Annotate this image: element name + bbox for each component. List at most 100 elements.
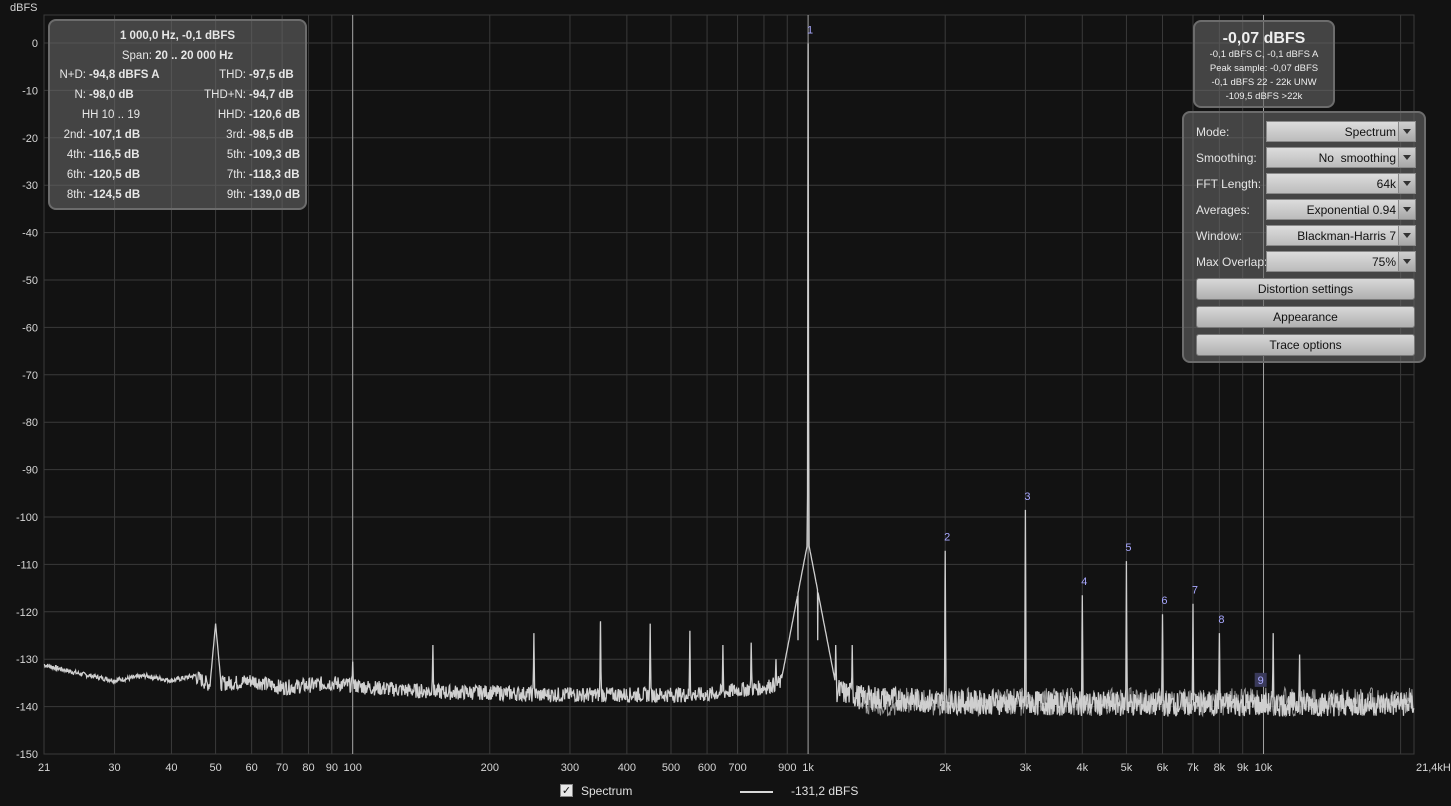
mode-setting: Mode: Spectrum <box>1194 121 1418 143</box>
row-right-value: -139,0 dB <box>249 189 301 201</box>
y-tick-label: -10 <box>22 85 38 97</box>
y-tick-label: -150 <box>16 749 38 761</box>
x-tick-label: 3k <box>1020 762 1032 774</box>
row-left-label: N: <box>74 89 87 101</box>
y-tick-label: -30 <box>22 180 38 192</box>
max-overlap-select[interactable]: 75% <box>1266 251 1416 272</box>
distortion-panel[interactable]: 1 000,0 Hz, -0,1 dBFS Span: 20 .. 20 000… <box>48 19 307 210</box>
row-right-label: THD: <box>219 69 246 81</box>
row-right-label: 5th: <box>226 149 246 161</box>
chevron-down-icon[interactable] <box>1398 200 1415 219</box>
chevron-down-icon[interactable] <box>1398 122 1415 141</box>
row-right-value: -109,3 dB <box>249 149 301 161</box>
window-select[interactable]: Blackman-Harris 7 <box>1266 225 1416 246</box>
legend-swatch <box>740 791 773 793</box>
distortion-row: HH 10 .. 19 HHD: -120,6 dB <box>50 109 305 127</box>
smoothing-label: Smoothing: <box>1196 151 1257 165</box>
averages-value: Exponential 0.94 <box>1306 203 1396 217</box>
x-tick-label: 8k <box>1214 762 1226 774</box>
harmonic-label: 2 <box>944 532 950 544</box>
level-line-1: -0,1 dBFS C, -0,1 dBFS A <box>1209 49 1319 60</box>
y-axis-unit-label: dBFS <box>10 2 38 14</box>
chevron-down-icon[interactable] <box>1398 252 1415 271</box>
x-tick-label: 100 <box>343 762 361 774</box>
mode-label: Mode: <box>1196 125 1230 139</box>
window-setting: Window: Blackman-Harris 7 <box>1194 225 1418 247</box>
x-tick-label: 50 <box>209 762 221 774</box>
row-right-value: -120,6 dB <box>249 109 301 121</box>
x-tick-label: 200 <box>481 762 499 774</box>
settings-panel: Mode: Spectrum Smoothing: No smoothing F… <box>1182 111 1426 363</box>
harmonic-label: 3 <box>1024 491 1030 503</box>
averages-setting: Averages: Exponential 0.94 <box>1194 199 1418 221</box>
x-tick-label: 40 <box>165 762 177 774</box>
y-tick-label: -130 <box>16 654 38 666</box>
row-left-label: HH 10 .. 19 <box>81 109 140 121</box>
x-tick-label: 70 <box>276 762 288 774</box>
row-right-label: 9th: <box>226 189 246 201</box>
appearance-button[interactable]: Appearance <box>1196 306 1415 328</box>
x-tick-label: 21,4kHz <box>1416 762 1451 774</box>
y-tick-label: -50 <box>22 275 38 287</box>
smoothing-select[interactable]: No smoothing <box>1266 147 1416 168</box>
x-tick-label: 700 <box>728 762 746 774</box>
smoothing-setting: Smoothing: No smoothing <box>1194 147 1418 169</box>
span-readout: Span: 20 .. 20 000 Hz <box>121 50 234 62</box>
row-right-label: 7th: <box>226 169 246 181</box>
row-right-value: -94,7 dB <box>249 89 294 101</box>
chevron-down-icon[interactable] <box>1398 226 1415 245</box>
row-left-value: -120,5 dB <box>89 169 141 181</box>
row-left-label: 8th: <box>66 189 86 201</box>
harmonic-label: 1 <box>807 24 813 36</box>
row-right-label: HHD: <box>217 109 246 121</box>
distortion-settings-button[interactable]: Distortion settings <box>1196 278 1415 300</box>
y-tick-label: -40 <box>22 228 38 240</box>
harmonic-label: 5 <box>1125 542 1131 554</box>
x-tick-label: 1k <box>802 762 814 774</box>
row-left-value: -94,8 dBFS A <box>89 69 160 81</box>
chevron-down-icon[interactable] <box>1398 148 1415 167</box>
chevron-down-icon[interactable] <box>1398 174 1415 193</box>
y-tick-label: -20 <box>22 133 38 145</box>
row-right-value: -118,3 dB <box>249 169 300 181</box>
y-tick-label: -80 <box>22 417 38 429</box>
max-overlap-label: Max Overlap: <box>1196 255 1268 269</box>
max-overlap-setting: Max Overlap: 75% <box>1194 251 1418 273</box>
distortion-row: 8th: -124,5 dB 9th: -139,0 dB <box>50 189 305 207</box>
trace-options-button[interactable]: Trace options <box>1196 334 1415 356</box>
spectrum-checkbox[interactable]: ✓ <box>560 784 573 797</box>
mode-select[interactable]: Spectrum <box>1266 121 1416 142</box>
max-overlap-value: 75% <box>1371 255 1396 269</box>
row-left-value: -98,0 dB <box>89 89 134 101</box>
level-main-readout: -0,07 dBFS <box>1222 30 1306 47</box>
x-tick-label: 9k <box>1237 762 1249 774</box>
distortion-row: N: -98,0 dB THD+N: -94,7 dB <box>50 89 305 107</box>
y-tick-label: -70 <box>22 370 38 382</box>
fundamental-readout: 1 000,0 Hz, -0,1 dBFS <box>119 30 236 42</box>
distortion-row: 4th: -116,5 dB 5th: -109,3 dB <box>50 149 305 167</box>
x-tick-label: 500 <box>662 762 680 774</box>
averages-select[interactable]: Exponential 0.94 <box>1266 199 1416 220</box>
x-tick-label: 400 <box>618 762 636 774</box>
row-right-label: 3rd: <box>226 129 246 141</box>
y-tick-label: -120 <box>16 607 38 619</box>
x-tick-label: 2k <box>939 762 951 774</box>
row-left-label: 2nd: <box>63 129 86 141</box>
fft-length-setting: FFT Length: 64k <box>1194 173 1418 195</box>
distortion-row: 6th: -120,5 dB 7th: -118,3 dB <box>50 169 305 187</box>
y-tick-label: -140 <box>16 702 38 714</box>
fft-length-select[interactable]: 64k <box>1266 173 1416 194</box>
y-tick-label: -90 <box>22 465 38 477</box>
legend-cursor-value: -131,2 dBFS <box>791 784 859 798</box>
x-tick-label: 21 <box>38 762 50 774</box>
distortion-row: 2nd: -107,1 dB 3rd: -98,5 dB <box>50 129 305 147</box>
level-panel[interactable]: -0,07 dBFS -0,1 dBFS C, -0,1 dBFS A Peak… <box>1193 20 1335 108</box>
x-tick-label: 300 <box>561 762 579 774</box>
row-right-value: -98,5 dB <box>249 129 294 141</box>
x-tick-label: 10k <box>1255 762 1273 774</box>
y-tick-label: -100 <box>16 512 38 524</box>
x-tick-label: 90 <box>326 762 338 774</box>
x-tick-label: 30 <box>108 762 120 774</box>
row-left-label: N+D: <box>59 69 86 81</box>
level-line-2: Peak sample: -0,07 dBFS <box>1209 63 1319 74</box>
